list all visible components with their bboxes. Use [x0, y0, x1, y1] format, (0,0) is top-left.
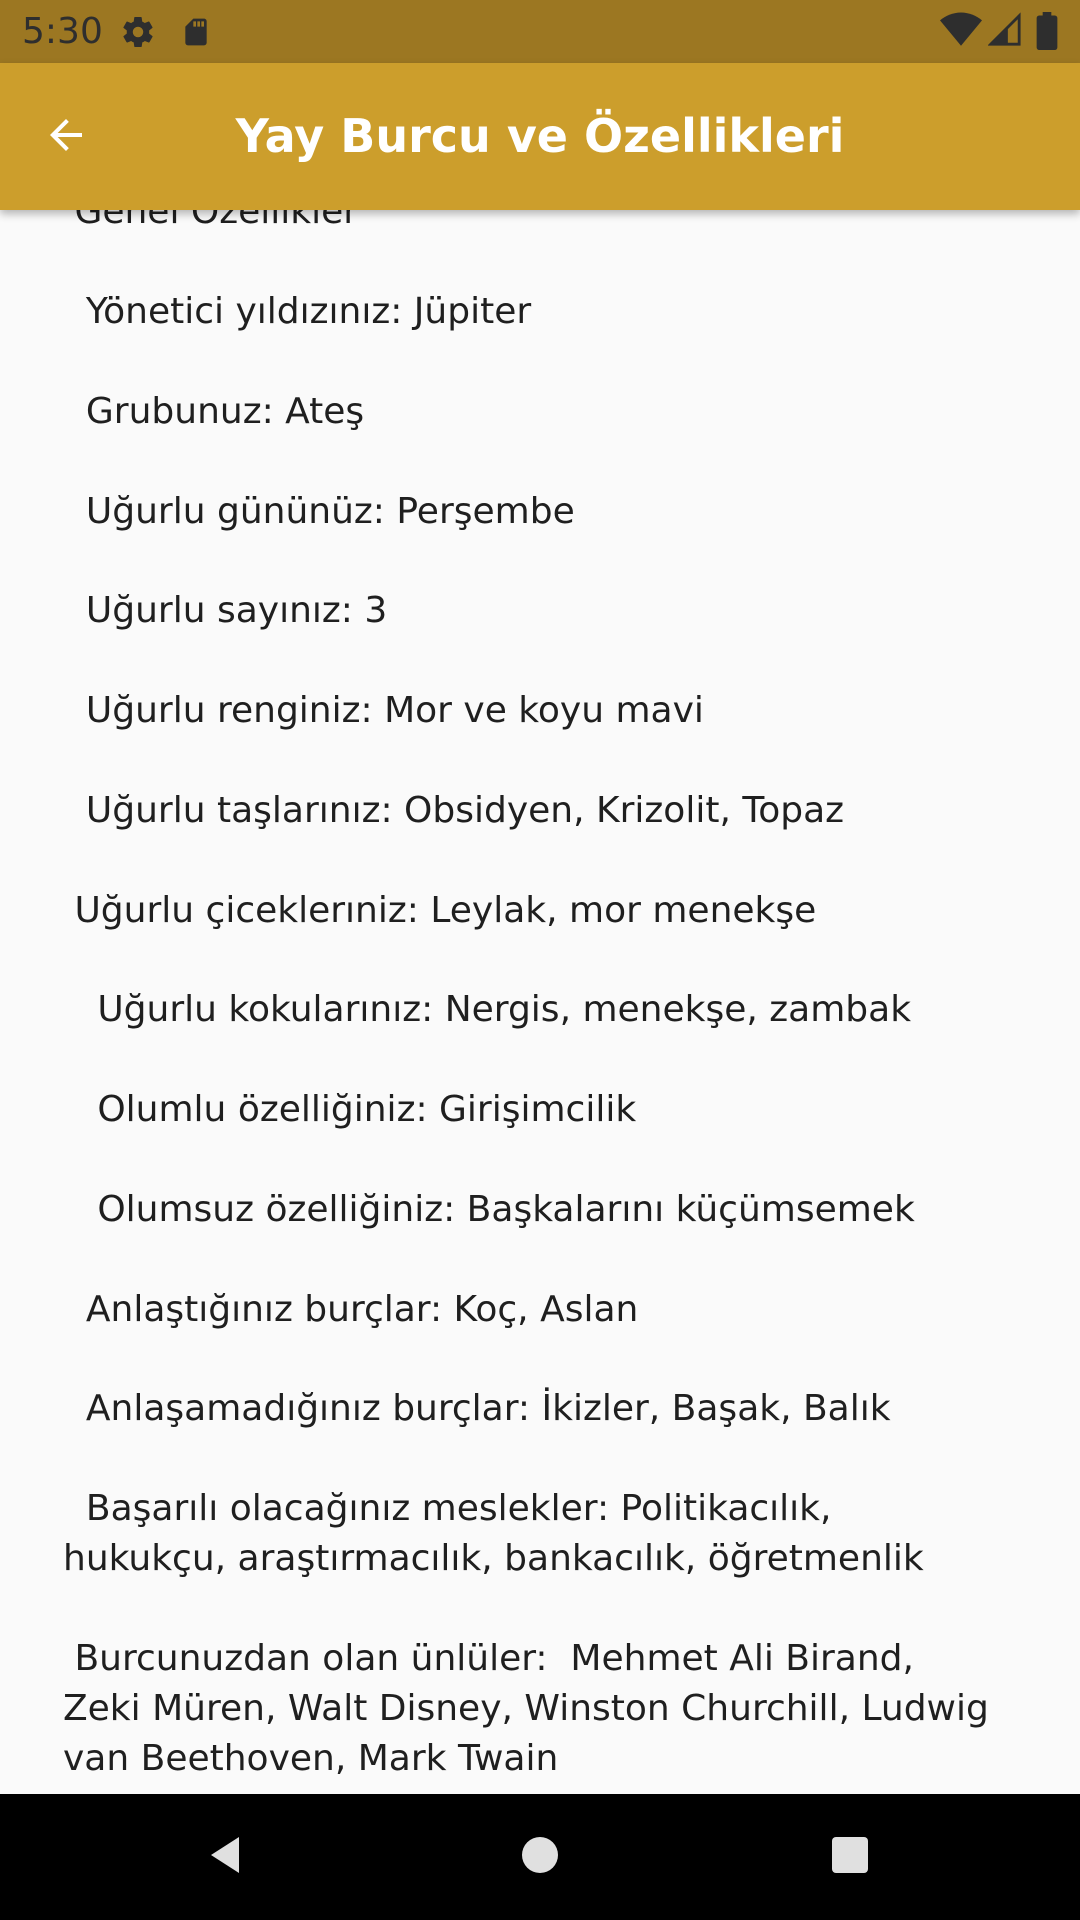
content-scroll[interactable]: Genel Ozellikler Yönetici yıldızınız: Jü… — [0, 210, 1080, 1794]
nav-recents-button[interactable] — [820, 1827, 880, 1887]
app-bar: Yay Burcu ve Özellikleri — [0, 63, 1080, 210]
list-item: Uğurlu taşlarınız: Obsidyen, Krizolit, T… — [63, 790, 845, 831]
list-item: Yönetici yıldızınız: Jüpiter — [63, 291, 532, 332]
list-item: Uğurlu kokularınız: Nergis, menekşe, zam… — [63, 989, 912, 1030]
careers-text: Başarılı olacağınız meslekler: Politikac… — [63, 1488, 924, 1579]
battery-icon — [1036, 12, 1058, 54]
list-item: Uğurlu çiceklerıniz: Leylak, mor menekşe — [63, 890, 817, 931]
wifi-icon — [940, 12, 982, 52]
nav-home-button[interactable] — [510, 1827, 570, 1887]
list-item: Olumsuz özelliğiniz: Başkalarını küçümse… — [63, 1189, 915, 1230]
status-time: 5:30 — [22, 11, 103, 52]
nav-back-button[interactable] — [195, 1827, 255, 1887]
list-item: Uğurlu gününüz: Perşembe — [63, 491, 575, 532]
famous-people-text: Burcunuzdan olan ünlüler: Mehmet Ali Bir… — [63, 1638, 989, 1779]
recents-square-icon — [826, 1831, 874, 1883]
nav-bar — [0, 1794, 1080, 1920]
back-button[interactable] — [30, 101, 102, 173]
sd-card-icon — [180, 14, 212, 54]
gear-icon — [120, 14, 156, 54]
page-title: Yay Burcu ve Özellikleri — [235, 109, 845, 163]
arrow-back-icon — [42, 111, 90, 163]
list-item: Genel Ozellikler — [63, 210, 359, 232]
cellular-signal-icon — [987, 12, 1022, 52]
list-item: Uğurlu renginiz: Mor ve koyu mavi — [63, 690, 704, 731]
list-item: Olumlu özelliğiniz: Girişimcilik — [63, 1089, 637, 1130]
list-item: Anlaştığınız burçlar: Koç, Aslan — [63, 1289, 639, 1330]
list-item: Grubunuz: Ateş — [63, 391, 365, 432]
list-item: Anlaşamadığınız burçlar: İkizler, Başak,… — [63, 1388, 891, 1429]
status-bar: 5:30 — [0, 0, 1080, 63]
home-circle-icon — [516, 1831, 564, 1883]
list-item: Uğurlu sayınız: 3 — [63, 590, 388, 631]
back-triangle-icon — [201, 1831, 249, 1883]
